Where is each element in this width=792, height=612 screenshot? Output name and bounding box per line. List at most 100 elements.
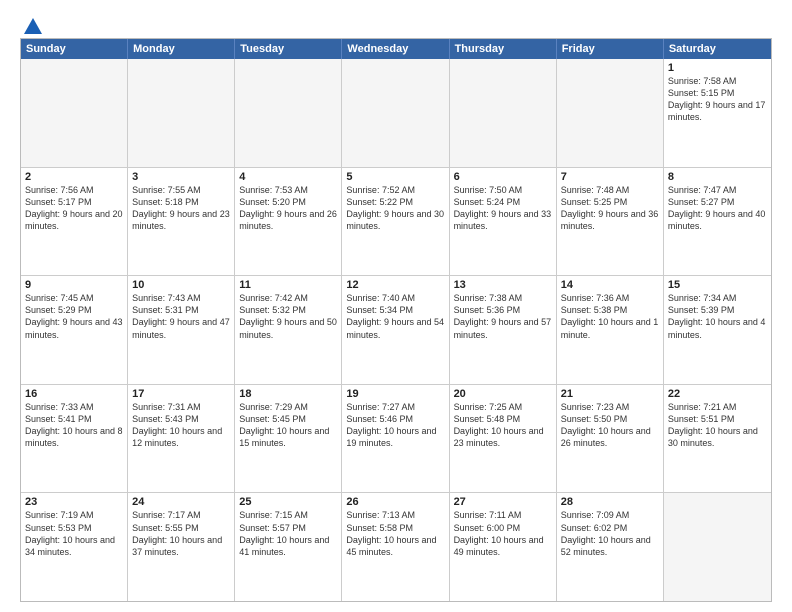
calendar-cell: 2Sunrise: 7:56 AM Sunset: 5:17 PM Daylig… (21, 168, 128, 276)
calendar-cell: 13Sunrise: 7:38 AM Sunset: 5:36 PM Dayli… (450, 276, 557, 384)
day-info: Sunrise: 7:23 AM Sunset: 5:50 PM Dayligh… (561, 401, 659, 450)
day-info: Sunrise: 7:19 AM Sunset: 5:53 PM Dayligh… (25, 509, 123, 558)
calendar-cell: 19Sunrise: 7:27 AM Sunset: 5:46 PM Dayli… (342, 385, 449, 493)
day-info: Sunrise: 7:40 AM Sunset: 5:34 PM Dayligh… (346, 292, 444, 341)
calendar-cell: 14Sunrise: 7:36 AM Sunset: 5:38 PM Dayli… (557, 276, 664, 384)
day-info: Sunrise: 7:52 AM Sunset: 5:22 PM Dayligh… (346, 184, 444, 233)
calendar-row: 16Sunrise: 7:33 AM Sunset: 5:41 PM Dayli… (21, 385, 771, 494)
calendar-cell: 1Sunrise: 7:58 AM Sunset: 5:15 PM Daylig… (664, 59, 771, 167)
day-number: 9 (25, 279, 123, 291)
day-info: Sunrise: 7:36 AM Sunset: 5:38 PM Dayligh… (561, 292, 659, 341)
day-number: 4 (239, 171, 337, 183)
calendar-header: SundayMondayTuesdayWednesdayThursdayFrid… (21, 39, 771, 59)
calendar-cell: 8Sunrise: 7:47 AM Sunset: 5:27 PM Daylig… (664, 168, 771, 276)
calendar-cell: 9Sunrise: 7:45 AM Sunset: 5:29 PM Daylig… (21, 276, 128, 384)
day-info: Sunrise: 7:55 AM Sunset: 5:18 PM Dayligh… (132, 184, 230, 233)
day-number: 12 (346, 279, 444, 291)
calendar-cell: 28Sunrise: 7:09 AM Sunset: 6:02 PM Dayli… (557, 493, 664, 601)
day-info: Sunrise: 7:27 AM Sunset: 5:46 PM Dayligh… (346, 401, 444, 450)
weekday-header: Thursday (450, 39, 557, 59)
day-number: 27 (454, 496, 552, 508)
calendar-cell: 16Sunrise: 7:33 AM Sunset: 5:41 PM Dayli… (21, 385, 128, 493)
weekday-header: Friday (557, 39, 664, 59)
calendar-row: 1Sunrise: 7:58 AM Sunset: 5:15 PM Daylig… (21, 59, 771, 168)
day-number: 3 (132, 171, 230, 183)
calendar-cell: 12Sunrise: 7:40 AM Sunset: 5:34 PM Dayli… (342, 276, 449, 384)
calendar: SundayMondayTuesdayWednesdayThursdayFrid… (20, 38, 772, 602)
day-info: Sunrise: 7:38 AM Sunset: 5:36 PM Dayligh… (454, 292, 552, 341)
calendar-row: 2Sunrise: 7:56 AM Sunset: 5:17 PM Daylig… (21, 168, 771, 277)
logo-icon (22, 16, 44, 38)
calendar-cell: 23Sunrise: 7:19 AM Sunset: 5:53 PM Dayli… (21, 493, 128, 601)
day-info: Sunrise: 7:13 AM Sunset: 5:58 PM Dayligh… (346, 509, 444, 558)
day-info: Sunrise: 7:58 AM Sunset: 5:15 PM Dayligh… (668, 75, 767, 124)
calendar-cell (450, 59, 557, 167)
day-number: 6 (454, 171, 552, 183)
calendar-cell: 6Sunrise: 7:50 AM Sunset: 5:24 PM Daylig… (450, 168, 557, 276)
day-number: 5 (346, 171, 444, 183)
calendar-cell: 4Sunrise: 7:53 AM Sunset: 5:20 PM Daylig… (235, 168, 342, 276)
day-number: 2 (25, 171, 123, 183)
day-number: 15 (668, 279, 767, 291)
day-number: 16 (25, 388, 123, 400)
day-number: 7 (561, 171, 659, 183)
day-number: 11 (239, 279, 337, 291)
day-info: Sunrise: 7:50 AM Sunset: 5:24 PM Dayligh… (454, 184, 552, 233)
calendar-cell: 10Sunrise: 7:43 AM Sunset: 5:31 PM Dayli… (128, 276, 235, 384)
day-number: 26 (346, 496, 444, 508)
day-number: 18 (239, 388, 337, 400)
logo (20, 16, 44, 32)
weekday-header: Saturday (664, 39, 771, 59)
calendar-cell: 5Sunrise: 7:52 AM Sunset: 5:22 PM Daylig… (342, 168, 449, 276)
day-number: 8 (668, 171, 767, 183)
calendar-cell (235, 59, 342, 167)
weekday-header: Tuesday (235, 39, 342, 59)
calendar-row: 9Sunrise: 7:45 AM Sunset: 5:29 PM Daylig… (21, 276, 771, 385)
calendar-cell: 3Sunrise: 7:55 AM Sunset: 5:18 PM Daylig… (128, 168, 235, 276)
calendar-cell (557, 59, 664, 167)
day-info: Sunrise: 7:47 AM Sunset: 5:27 PM Dayligh… (668, 184, 767, 233)
calendar-cell: 11Sunrise: 7:42 AM Sunset: 5:32 PM Dayli… (235, 276, 342, 384)
calendar-cell: 24Sunrise: 7:17 AM Sunset: 5:55 PM Dayli… (128, 493, 235, 601)
day-number: 1 (668, 62, 767, 74)
day-info: Sunrise: 7:09 AM Sunset: 6:02 PM Dayligh… (561, 509, 659, 558)
calendar-body: 1Sunrise: 7:58 AM Sunset: 5:15 PM Daylig… (21, 59, 771, 601)
day-info: Sunrise: 7:17 AM Sunset: 5:55 PM Dayligh… (132, 509, 230, 558)
day-info: Sunrise: 7:21 AM Sunset: 5:51 PM Dayligh… (668, 401, 767, 450)
calendar-cell: 27Sunrise: 7:11 AM Sunset: 6:00 PM Dayli… (450, 493, 557, 601)
calendar-row: 23Sunrise: 7:19 AM Sunset: 5:53 PM Dayli… (21, 493, 771, 601)
calendar-cell (664, 493, 771, 601)
day-number: 22 (668, 388, 767, 400)
weekday-header: Sunday (21, 39, 128, 59)
calendar-cell: 26Sunrise: 7:13 AM Sunset: 5:58 PM Dayli… (342, 493, 449, 601)
day-info: Sunrise: 7:25 AM Sunset: 5:48 PM Dayligh… (454, 401, 552, 450)
day-number: 20 (454, 388, 552, 400)
day-info: Sunrise: 7:45 AM Sunset: 5:29 PM Dayligh… (25, 292, 123, 341)
calendar-cell: 17Sunrise: 7:31 AM Sunset: 5:43 PM Dayli… (128, 385, 235, 493)
day-info: Sunrise: 7:33 AM Sunset: 5:41 PM Dayligh… (25, 401, 123, 450)
page: SundayMondayTuesdayWednesdayThursdayFrid… (0, 0, 792, 612)
calendar-cell: 15Sunrise: 7:34 AM Sunset: 5:39 PM Dayli… (664, 276, 771, 384)
day-info: Sunrise: 7:53 AM Sunset: 5:20 PM Dayligh… (239, 184, 337, 233)
header (20, 16, 772, 32)
day-info: Sunrise: 7:31 AM Sunset: 5:43 PM Dayligh… (132, 401, 230, 450)
weekday-header: Monday (128, 39, 235, 59)
day-number: 13 (454, 279, 552, 291)
day-info: Sunrise: 7:56 AM Sunset: 5:17 PM Dayligh… (25, 184, 123, 233)
day-info: Sunrise: 7:43 AM Sunset: 5:31 PM Dayligh… (132, 292, 230, 341)
day-number: 23 (25, 496, 123, 508)
day-info: Sunrise: 7:11 AM Sunset: 6:00 PM Dayligh… (454, 509, 552, 558)
day-number: 19 (346, 388, 444, 400)
day-number: 14 (561, 279, 659, 291)
day-info: Sunrise: 7:34 AM Sunset: 5:39 PM Dayligh… (668, 292, 767, 341)
calendar-cell: 25Sunrise: 7:15 AM Sunset: 5:57 PM Dayli… (235, 493, 342, 601)
calendar-cell: 7Sunrise: 7:48 AM Sunset: 5:25 PM Daylig… (557, 168, 664, 276)
day-number: 28 (561, 496, 659, 508)
day-number: 10 (132, 279, 230, 291)
calendar-cell (342, 59, 449, 167)
day-number: 21 (561, 388, 659, 400)
calendar-cell (128, 59, 235, 167)
day-number: 17 (132, 388, 230, 400)
day-info: Sunrise: 7:15 AM Sunset: 5:57 PM Dayligh… (239, 509, 337, 558)
day-info: Sunrise: 7:29 AM Sunset: 5:45 PM Dayligh… (239, 401, 337, 450)
